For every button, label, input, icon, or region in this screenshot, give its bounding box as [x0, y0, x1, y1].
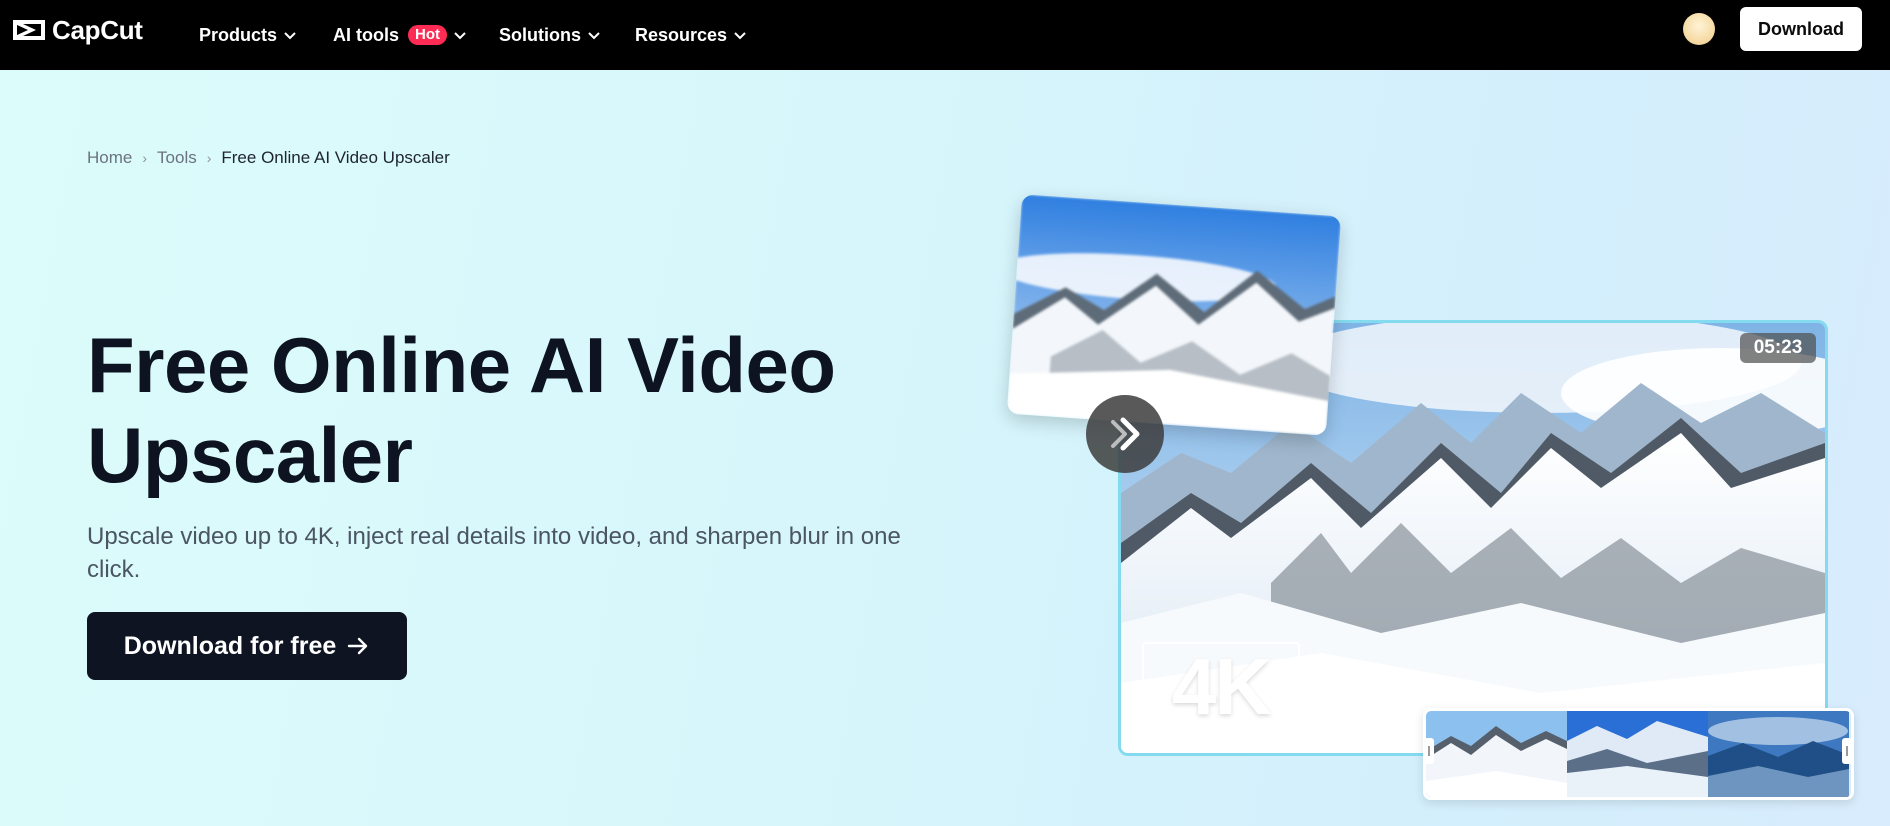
download-for-free-button[interactable]: Download for free — [87, 612, 407, 680]
breadcrumb-current: Free Online AI Video Upscaler — [221, 148, 450, 167]
video-duration-badge: 05:23 — [1740, 333, 1816, 363]
hero-subtitle: Upscale video up to 4K, inject real deta… — [87, 523, 901, 583]
top-nav: CapCut Products AI tools Hot Solutions R… — [0, 0, 1890, 70]
nav-ai-tools-label: AI tools — [333, 24, 399, 45]
chevron-down-icon — [734, 32, 746, 40]
nav-resources[interactable]: Resources — [635, 20, 747, 50]
page-title: Free Online AI Video Upscaler — [87, 320, 937, 500]
arrow-right-icon — [348, 637, 368, 655]
chevron-down-icon — [284, 32, 296, 40]
nav-products-label: Products — [199, 24, 278, 45]
breadcrumb-tools[interactable]: Tools — [157, 148, 197, 168]
filmstrip-frame-1 — [1426, 711, 1567, 797]
page-title-line-2: Upscaler — [87, 411, 413, 499]
chevron-down-icon — [588, 32, 600, 40]
filmstrip-right-handle[interactable] — [1842, 738, 1852, 764]
nav-download-button[interactable]: Download — [1740, 7, 1862, 51]
compare-arrow-button[interactable] — [1086, 395, 1164, 473]
cta-label: Download for free — [123, 631, 337, 660]
filmstrip-frame-2 — [1567, 711, 1708, 797]
nav-solutions-label: Solutions — [499, 24, 581, 45]
nav-products[interactable]: Products — [199, 20, 297, 50]
capcut-logo[interactable]: CapCut — [12, 14, 143, 46]
chevron-right-icon: › — [206, 150, 212, 166]
filmstrip-left-handle[interactable] — [1424, 738, 1434, 764]
nav-ai-tools[interactable]: AI tools Hot — [333, 20, 467, 50]
chevron-down-icon — [454, 32, 466, 40]
original-video-thumbnail — [1006, 194, 1342, 436]
breadcrumb-home[interactable]: Home — [87, 148, 132, 168]
nav-solutions[interactable]: Solutions — [499, 20, 601, 50]
brand-name: CapCut — [52, 14, 143, 45]
hot-badge: Hot — [408, 25, 447, 45]
user-avatar[interactable] — [1683, 13, 1715, 45]
page-title-line-1: Free Online AI Video — [87, 321, 836, 409]
resolution-4k-label: 4K — [1142, 642, 1300, 732]
double-chevron-right-icon — [1111, 417, 1140, 451]
breadcrumb: Home › Tools › Free Online AI Video Upsc… — [87, 148, 450, 168]
video-filmstrip[interactable] — [1423, 708, 1854, 800]
filmstrip-frame-3 — [1708, 711, 1849, 797]
nav-resources-label: Resources — [635, 24, 728, 45]
chevron-right-icon: › — [142, 150, 148, 166]
capcut-logo-icon — [13, 20, 45, 40]
blurry-mountain-image — [1006, 194, 1342, 436]
